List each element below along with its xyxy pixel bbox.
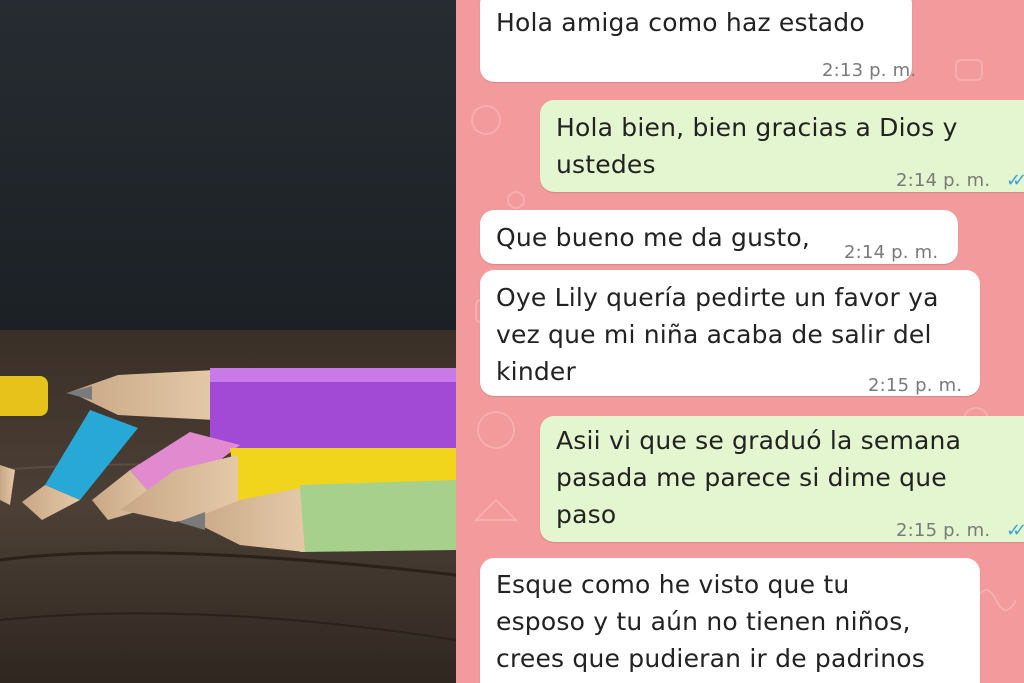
message-text: Esque como he visto que tu esposo y tu a… [496,570,925,673]
message-incoming[interactable]: Hola amiga como haz estado 2:13 p. m. [480,0,916,82]
message-text: Hola amiga como haz estado [496,8,865,37]
message-outgoing[interactable]: Asii vi que se graduó la semana pasada m… [540,416,1024,542]
message-incoming[interactable]: Oye Lily quería pedirte un favor ya vez … [480,270,980,396]
read-receipt-icon: ✓✓ [1006,520,1024,541]
message-outgoing[interactable]: Hola bien, bien gracias a Dios y ustedes… [540,100,1024,192]
read-receipt-icon: ✓✓ [1006,170,1024,191]
message-time: 2:14 p. m. [896,170,991,191]
message-time: 2:13 p. m. [822,60,917,81]
message-incoming[interactable]: Esque como he visto que tu esposo y tu a… [480,558,980,683]
message-time: 2:14 p. m. [844,242,939,263]
message-incoming[interactable]: Que bueno me da gusto, 2:14 p. m. [480,210,958,264]
message-text: Que bueno me da gusto, [496,223,811,252]
chat-conversation[interactable]: Hola amiga como haz estado 2:13 p. m. Ho… [456,0,1024,683]
message-time: 2:15 p. m. [896,520,991,541]
pencils-photo [0,0,456,683]
message-time: 2:15 p. m. [868,375,963,396]
